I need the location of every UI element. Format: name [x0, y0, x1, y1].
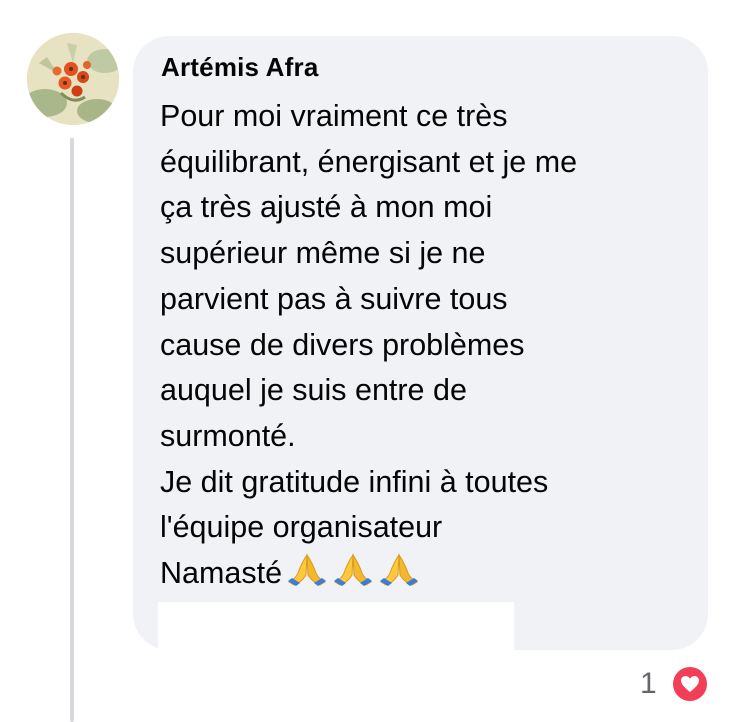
heart-icon: [681, 676, 699, 692]
comment-author[interactable]: Artémis Afra: [161, 52, 319, 83]
avatar[interactable]: [27, 33, 119, 125]
comment-line: ça très ajusté à mon moi: [160, 190, 493, 225]
comment-line: supérieur même si je ne: [160, 236, 486, 271]
thread-line: [70, 138, 74, 722]
comment-line-text: Namasté: [160, 556, 283, 591]
folded-hands-icon: [288, 553, 327, 587]
comment-line: surmonté.: [160, 418, 296, 453]
redacted-area: [158, 602, 514, 650]
folded-hands-icon: [334, 553, 373, 587]
comment-line: auquel je suis entre de: [160, 373, 467, 408]
emoji-row: [286, 553, 420, 587]
comment-line: Je dit gratitude infini à toutes: [160, 464, 549, 499]
comment-line-last: Namasté: [160, 551, 700, 597]
comment-line: cause de divers problèmes: [160, 327, 525, 362]
comment-line: Pour moi vraiment ce très: [160, 99, 508, 133]
comment-line: l'équipe organisateur: [160, 510, 443, 545]
reaction-count[interactable]: 1: [640, 667, 657, 701]
avatar-photo: [27, 33, 119, 125]
comment-line: parvient pas à suivre tous: [160, 281, 508, 316]
love-reaction-badge[interactable]: [670, 664, 710, 704]
folded-hands-icon: [380, 553, 419, 587]
comment-body: Pour moi vraiment ce très équilibrant, é…: [160, 94, 700, 597]
comment-line: équilibrant, énergisant et je me: [160, 144, 578, 179]
heart-icon-background: [673, 667, 707, 701]
